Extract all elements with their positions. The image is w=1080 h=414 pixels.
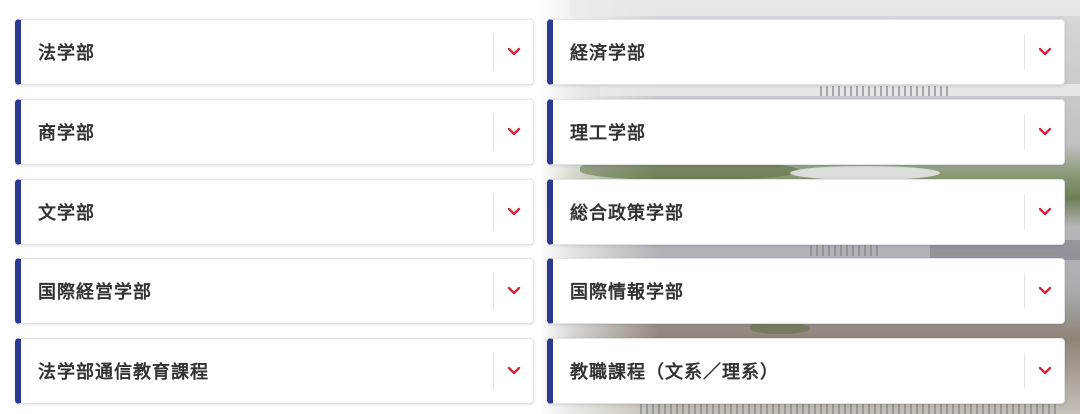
faculty-label: 国際経営学部: [38, 282, 152, 303]
faculty-accordion-teacher-training[interactable]: 教職課程（文系／理系）: [547, 338, 1065, 404]
faculty-label: 法学部: [38, 43, 95, 64]
chevron-down-icon: [1038, 366, 1051, 375]
faculty-accordion-global-informatics[interactable]: 国際情報学部: [547, 258, 1065, 324]
faculty-accordion-economics[interactable]: 経済学部: [547, 19, 1065, 85]
faculty-accordion-policy-studies[interactable]: 総合政策学部: [547, 179, 1065, 245]
expand-toggle[interactable]: [1024, 34, 1064, 70]
faculty-accordion-grid: 法学部 商学部 文学部 国際経営学部 法学部通信教育課程 経済学部 理工学部 総…: [0, 0, 1080, 414]
chevron-down-icon: [507, 366, 520, 375]
faculty-accordion-letters[interactable]: 文学部: [15, 179, 534, 245]
faculty-label: 国際情報学部: [570, 282, 684, 303]
expand-toggle[interactable]: [1024, 353, 1064, 389]
faculty-label: 商学部: [38, 123, 95, 144]
chevron-down-icon: [1038, 127, 1051, 136]
chevron-down-icon: [507, 286, 520, 295]
faculty-accordion-commerce[interactable]: 商学部: [15, 99, 534, 165]
chevron-down-icon: [507, 207, 520, 216]
faculty-label: 文学部: [38, 203, 95, 224]
faculty-label: 総合政策学部: [570, 203, 684, 224]
chevron-down-icon: [1038, 207, 1051, 216]
faculty-label: 経済学部: [570, 43, 646, 64]
expand-toggle[interactable]: [493, 353, 533, 389]
expand-toggle[interactable]: [1024, 273, 1064, 309]
faculty-accordion-science-engineering[interactable]: 理工学部: [547, 99, 1065, 165]
expand-toggle[interactable]: [493, 273, 533, 309]
expand-toggle[interactable]: [493, 114, 533, 150]
faculty-accordion-global-management[interactable]: 国際経営学部: [15, 258, 534, 324]
faculty-label: 法学部通信教育課程: [38, 362, 209, 383]
faculty-label: 教職課程（文系／理系）: [570, 362, 779, 383]
chevron-down-icon: [1038, 47, 1051, 56]
chevron-down-icon: [507, 47, 520, 56]
faculty-label: 理工学部: [570, 123, 646, 144]
expand-toggle[interactable]: [493, 34, 533, 70]
faculty-accordion-law[interactable]: 法学部: [15, 19, 534, 85]
expand-toggle[interactable]: [1024, 194, 1064, 230]
expand-toggle[interactable]: [1024, 114, 1064, 150]
chevron-down-icon: [1038, 286, 1051, 295]
expand-toggle[interactable]: [493, 194, 533, 230]
chevron-down-icon: [507, 127, 520, 136]
faculty-accordion-law-correspondence[interactable]: 法学部通信教育課程: [15, 338, 534, 404]
